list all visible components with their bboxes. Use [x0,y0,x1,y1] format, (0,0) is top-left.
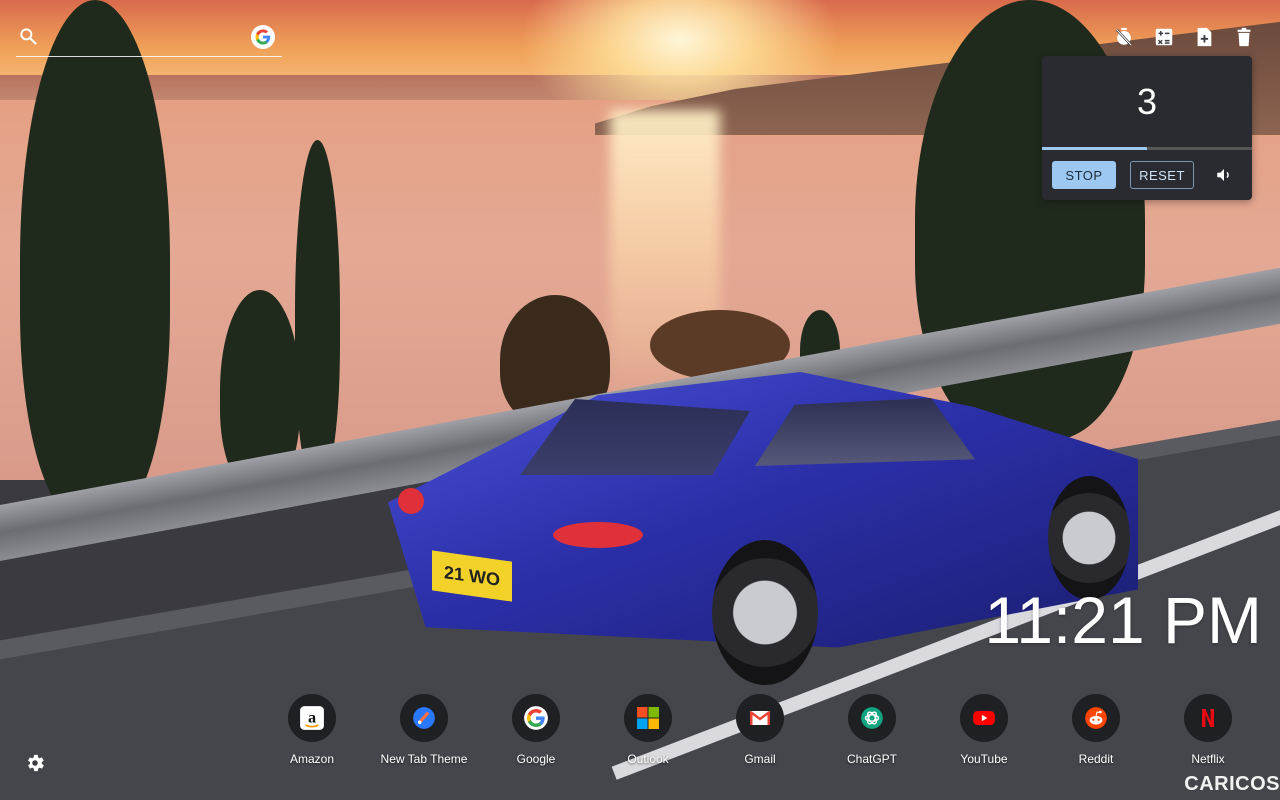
timer-panel: 3 STOP RESET [1042,56,1252,200]
car-taillight [553,522,643,548]
cypress-tree-left-thin [295,140,340,480]
chatgpt-icon [848,694,896,742]
shortcut-label: Reddit [1078,752,1114,766]
timer-off-icon[interactable] [1110,24,1138,50]
shortcut-netflix[interactable]: Netflix [1152,694,1264,766]
wallpaper-watermark: CARICOS [1184,773,1280,795]
shortcut-label: Google [516,752,556,766]
top-toolbar [1110,24,1258,50]
trash-icon[interactable] [1230,24,1258,50]
shortcut-label: Amazon [289,752,335,766]
netflix-icon [1184,694,1232,742]
gear-icon[interactable] [24,752,48,776]
timer-progress-fill [1042,147,1147,150]
shortcut-amazon[interactable]: a Amazon [256,694,368,766]
shortcut-chatgpt[interactable]: ChatGPT [816,694,928,766]
microsoft-icon [624,694,672,742]
new-tab-theme-icon [400,694,448,742]
shortcut-label: Netflix [1191,752,1225,766]
timer-progress-track [1042,147,1252,150]
clock-time: 11:21 PM [984,583,1262,657]
shortcut-label: YouTube [960,752,1008,766]
shortcut-reddit[interactable]: Reddit [1040,694,1152,766]
gmail-icon [736,694,784,742]
calculator-icon[interactable] [1150,24,1178,50]
shortcut-outlook[interactable]: Outlook [592,694,704,766]
stop-button[interactable]: STOP [1052,161,1116,189]
new-note-icon[interactable] [1190,24,1218,50]
shortcut-google[interactable]: Google [480,694,592,766]
search-bar [16,24,282,57]
shortcut-bar: a Amazon New Tab Theme Google Outlook Gm [256,694,1264,766]
shortcut-label: Gmail [744,752,776,766]
car-rear-wheel [712,540,818,685]
shortcut-label: ChatGPT [846,752,897,766]
reddit-icon [1072,694,1120,742]
youtube-icon [960,694,1008,742]
timer-value: 3 [1136,81,1158,122]
shortcut-label: Outlook [627,752,669,766]
search-input[interactable] [46,26,250,50]
google-icon[interactable] [251,25,275,49]
google-icon [512,694,560,742]
cypress-tree-left [20,0,170,520]
car-taillight-left [398,488,424,514]
shortcut-gmail[interactable]: Gmail [704,694,816,766]
svg-text:a: a [308,708,316,726]
volume-icon[interactable] [1210,161,1238,189]
shortcut-youtube[interactable]: YouTube [928,694,1040,766]
shortcut-label: New Tab Theme [380,752,468,766]
shortcut-new-tab-theme[interactable]: New Tab Theme [368,694,480,766]
amazon-icon: a [288,694,336,742]
reset-button[interactable]: RESET [1130,161,1194,189]
search-icon[interactable] [18,26,38,46]
